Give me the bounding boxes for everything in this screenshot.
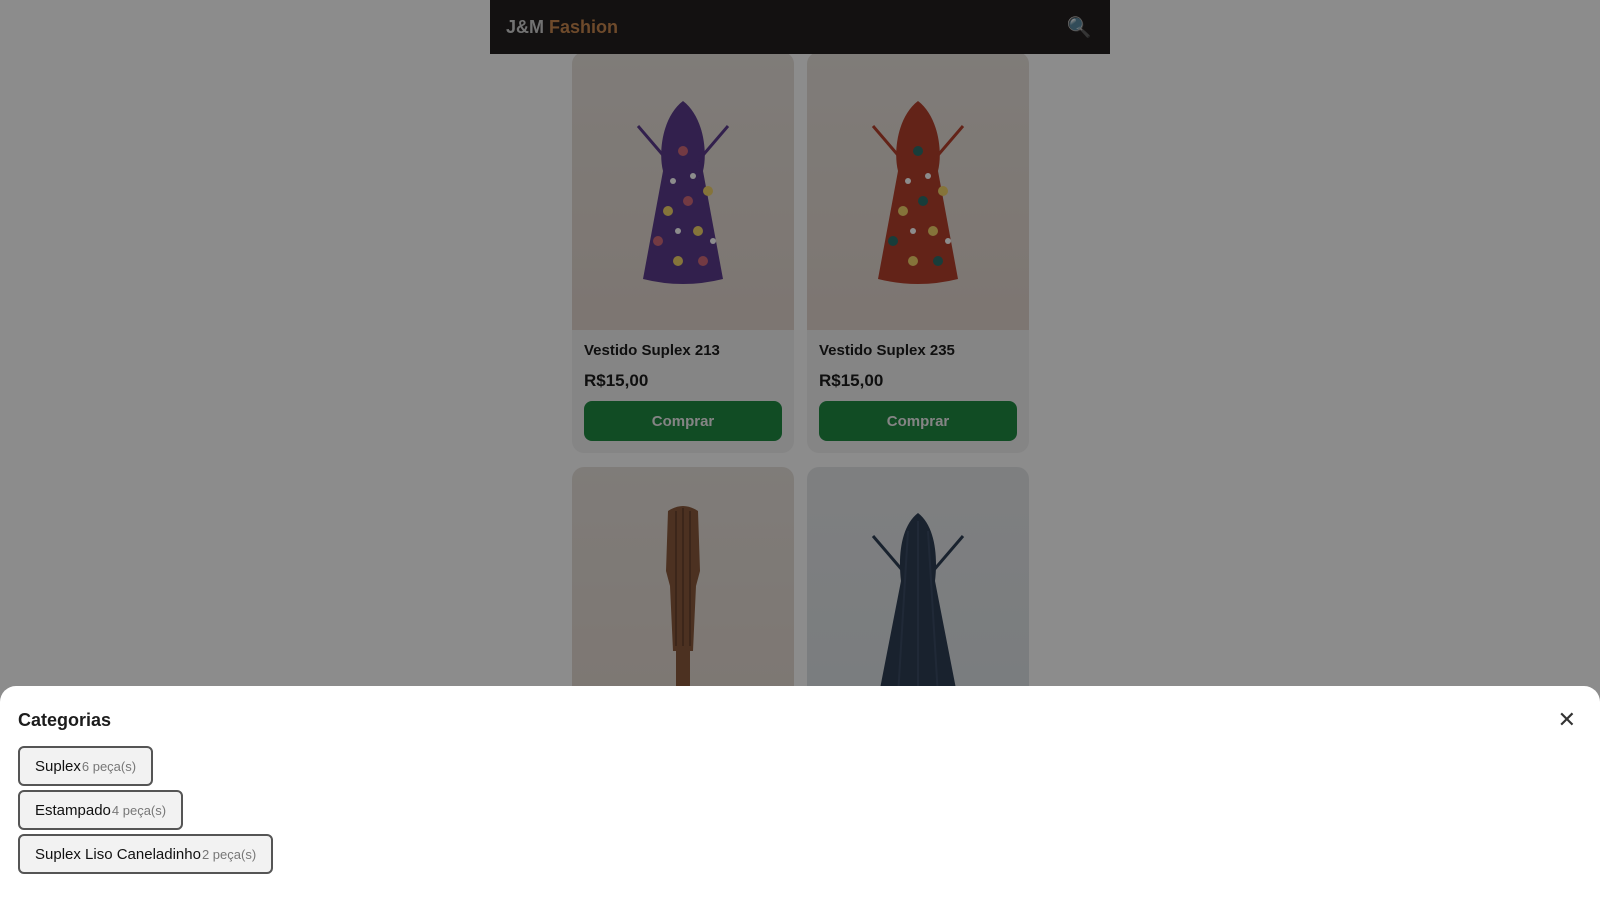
category-chip-suplex-liso-caneladinho[interactable]: Suplex Liso Caneladinho 2 peça(s)	[18, 834, 274, 874]
category-count: 2 peça(s)	[201, 846, 257, 862]
categories-sheet: Categorias ✕ Suplex 6 peça(s) Estampado …	[0, 686, 1600, 900]
sheet-title: Categorias	[18, 709, 112, 730]
category-name: Suplex	[35, 757, 81, 775]
category-name: Estampado	[35, 801, 111, 819]
category-chip-suplex[interactable]: Suplex 6 peça(s)	[18, 746, 154, 786]
category-name: Suplex Liso Caneladinho	[35, 845, 201, 863]
close-icon[interactable]: ✕	[1552, 707, 1582, 733]
category-chip-estampado[interactable]: Estampado 4 peça(s)	[18, 790, 184, 830]
category-list: Suplex 6 peça(s) Estampado 4 peça(s) Sup…	[18, 746, 1582, 878]
category-count: 4 peça(s)	[111, 802, 167, 818]
category-count: 6 peça(s)	[81, 758, 137, 774]
